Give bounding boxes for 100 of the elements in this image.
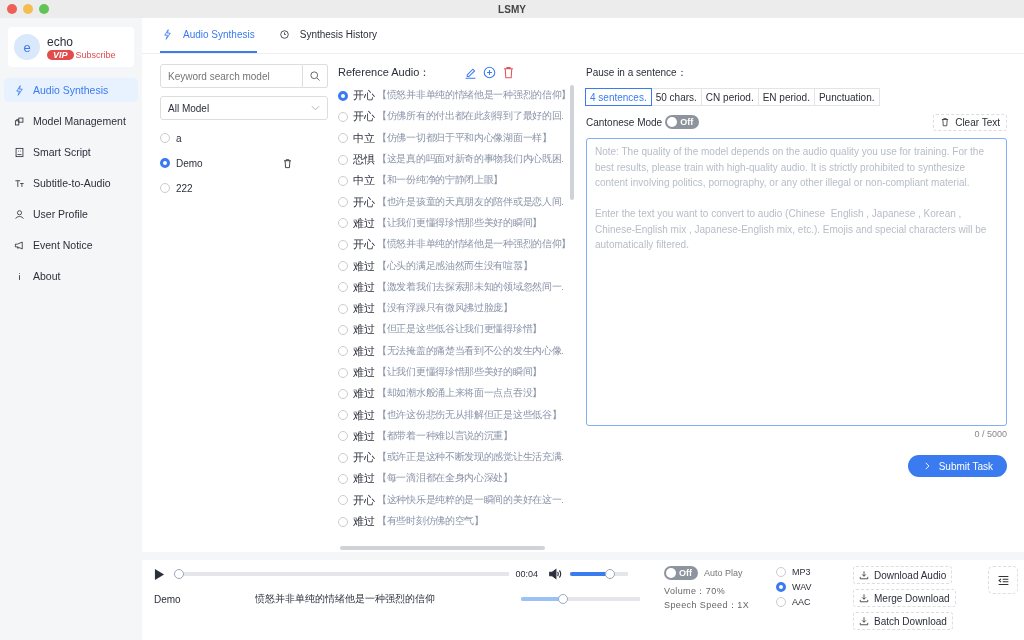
sidebar-item[interactable]: Smart Script <box>4 140 138 164</box>
radio-button[interactable] <box>338 495 348 506</box>
progress-track[interactable] <box>174 569 510 579</box>
text-input[interactable]: Note: The quality of the model depends on the audio quality you use for training. For the best results, please train with high-quality audio. It is strictly prohibited to synthesize content involving politics, pornography, or any other illegal or non-compliant material. Enter the text you want to convert to audio (Chinese English , Japanese , Korean , Chinese-English mix , Japanese-English mix, etc.). Emojis and special characters will be automatically filtered. <box>586 138 1007 426</box>
radio-button[interactable] <box>338 175 348 186</box>
reference-text[interactable]: 【仿佛一切都归于平和内心像湖面一样】 <box>377 131 552 145</box>
slider-thumb[interactable] <box>558 594 568 604</box>
volume-icon[interactable] <box>548 567 562 581</box>
reference-text[interactable]: 【但正是这些低谷让我们更懂得珍惜】 <box>377 323 542 337</box>
radio-button[interactable] <box>338 197 348 208</box>
radio-button[interactable] <box>776 582 786 592</box>
scrollbar[interactable] <box>340 546 545 550</box>
sidebar-item[interactable]: Subtitle-to-Audio <box>4 171 138 195</box>
pause-option-button[interactable]: EN period. <box>757 88 815 106</box>
download-button[interactable]: Download Audio <box>853 566 953 584</box>
radio-button[interactable] <box>338 367 348 378</box>
reference-text[interactable]: 【却如潮水般涌上来将面一点点吞没】 <box>377 387 542 401</box>
reference-text[interactable]: 【都带着一种难以言说的沉重】 <box>377 429 513 443</box>
cantonese-mode-label: Cantonese Mode <box>586 116 663 128</box>
reference-text[interactable]: 【这是真的吗面对新奇的事物我们内心既困. <box>377 153 564 167</box>
pause-option-button[interactable]: 4 sentences. <box>585 88 652 106</box>
radio-button[interactable] <box>338 90 348 101</box>
radio-button[interactable] <box>160 158 170 168</box>
tab[interactable]: Synthesis History <box>276 18 379 53</box>
reference-text[interactable]: 【愤怒并非单纯的情绪他是一种强烈的信仰】 <box>377 89 571 103</box>
minimize-dot[interactable] <box>23 4 33 14</box>
clear-text-button[interactable]: Clear Text <box>933 113 1007 131</box>
radio-button[interactable] <box>338 431 348 442</box>
reference-text[interactable]: 【让我们更懂得珍惜那些美好的瞬间】 <box>377 216 542 230</box>
reference-text[interactable]: 【心头的满足感油然而生没有喧嚣】 <box>377 259 533 273</box>
radio-button[interactable] <box>338 516 348 527</box>
emotion-label: 难过 <box>353 279 375 295</box>
radio-button[interactable] <box>338 452 348 463</box>
close-dot[interactable] <box>7 4 17 14</box>
radio-button[interactable] <box>338 133 348 144</box>
radio-button[interactable] <box>338 324 348 335</box>
sidebar-item[interactable]: Model Management <box>4 109 138 133</box>
model-name[interactable]: a <box>176 132 276 144</box>
sidebar-item[interactable]: About <box>4 264 138 288</box>
reference-text[interactable]: 【仿佛所有的付出都在此刻得到了最好的回. <box>377 110 564 124</box>
reference-text[interactable]: 【无法掩盖的痛楚当看到不公的发生内心像. <box>377 344 564 358</box>
reference-text[interactable]: 【也许是孩童的天真朋友的陪伴或是恋人间. <box>377 195 564 209</box>
radio-button[interactable] <box>338 303 348 314</box>
slider-thumb[interactable] <box>174 569 184 579</box>
reference-text[interactable]: 【也许这份悲伤无从排解但正是这些低谷】 <box>377 408 562 422</box>
tab[interactable]: Audio Synthesis <box>160 18 257 53</box>
reference-text[interactable]: 【这种快乐是纯粹的是一瞬间的美好在这一. <box>377 493 564 507</box>
pause-option-button[interactable]: CN period. <box>700 88 759 106</box>
radio-button[interactable] <box>338 388 348 399</box>
radio-button[interactable] <box>338 410 348 421</box>
search-icon[interactable] <box>303 64 328 88</box>
model-name[interactable]: Demo <box>176 157 276 169</box>
submit-task-button[interactable]: Submit Task <box>907 455 1007 477</box>
reference-text[interactable]: 【愤怒并非单纯的情绪他是一种强烈的信仰】 <box>377 238 571 252</box>
search-field[interactable]: Keyword search model <box>160 64 303 88</box>
download-button[interactable]: Merge Download <box>853 589 956 607</box>
radio-button[interactable] <box>160 133 170 143</box>
scrollbar[interactable] <box>570 85 574 200</box>
subscribe-link[interactable]: Subscribe <box>75 49 116 60</box>
radio-button[interactable] <box>338 474 348 484</box>
slider-thumb[interactable] <box>604 569 615 579</box>
format-label[interactable]: MP3 <box>792 567 811 577</box>
sidebar-item[interactable]: Audio Synthesis <box>4 78 138 102</box>
sidebar-item[interactable]: User Profile <box>4 202 138 226</box>
toggle-switch[interactable]: Off <box>664 566 698 580</box>
reference-text[interactable]: 【或许正是这种不断发现的感觉让生活充满. <box>377 451 564 465</box>
radio-button[interactable] <box>338 111 348 122</box>
reference-audio-label: Reference Audio： <box>338 64 432 80</box>
reference-text[interactable]: 【没有浮躁只有微风拂过脸庞】 <box>377 302 513 316</box>
pause-option-button[interactable]: Punctuation. <box>813 88 880 106</box>
reference-text[interactable]: 【让我们更懂得珍惜那些美好的瞬间】 <box>377 366 542 379</box>
reference-text[interactable]: 【和一份纯净的宁静闭上眼】 <box>377 174 504 188</box>
radio-button[interactable] <box>160 183 170 193</box>
format-label[interactable]: AAC <box>792 597 811 607</box>
toggle-switch[interactable]: Off <box>665 115 700 129</box>
download-button[interactable]: Batch Download <box>853 612 953 630</box>
pause-option-button[interactable]: 50 chars. <box>650 88 702 106</box>
radio-button[interactable] <box>776 597 786 607</box>
radio-button[interactable] <box>338 239 348 250</box>
trash-icon[interactable] <box>502 65 515 79</box>
trash-icon[interactable] <box>282 157 293 169</box>
add-icon[interactable] <box>483 65 496 79</box>
model-name[interactable]: 222 <box>176 182 276 194</box>
format-label[interactable]: WAV <box>792 582 812 592</box>
model-filter-dropdown[interactable]: All Model <box>160 96 328 120</box>
zoom-dot[interactable] <box>39 4 49 14</box>
radio-button[interactable] <box>338 282 348 293</box>
sidebar-item[interactable]: Event Notice <box>4 233 138 257</box>
radio-button[interactable] <box>338 154 348 165</box>
download-icon <box>859 616 869 626</box>
play-icon[interactable] <box>154 567 165 581</box>
radio-button[interactable] <box>338 218 348 229</box>
menu-button[interactable] <box>988 566 1018 594</box>
radio-button[interactable] <box>776 567 786 577</box>
reference-text[interactable]: 【每一滴泪都在全身内心深处】 <box>377 472 513 486</box>
reference-text[interactable]: 【激发着我们去探索那未知的领域忽然间一. <box>377 280 564 294</box>
emotion-label: 开心 <box>353 492 375 508</box>
reference-text[interactable]: 【有些时刻仿佛的空气】 <box>377 515 484 529</box>
radio-button[interactable] <box>338 346 348 357</box>
radio-button[interactable] <box>338 261 348 271</box>
